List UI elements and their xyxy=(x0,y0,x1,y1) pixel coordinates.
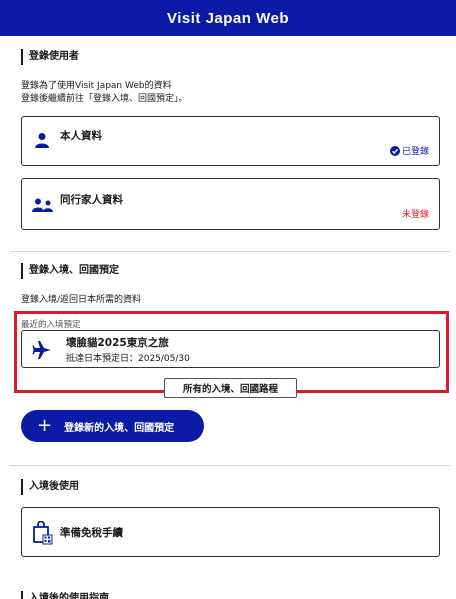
trip-arrival-date: 抵達日本預定日：2025/05/30 xyxy=(66,354,190,364)
check-circle-icon xyxy=(389,145,400,156)
app-title: Visit Japan Web xyxy=(167,9,289,27)
companion-info-card[interactable]: 同行家人資料 未登錄 xyxy=(21,178,440,230)
status-text: 已登錄 xyxy=(401,147,429,157)
shopping-bag-icon xyxy=(32,521,54,545)
status-badge-unregistered: 未登錄 xyxy=(401,210,429,220)
section-title-register-user: 登錄使用者 xyxy=(21,49,79,65)
all-trips-button[interactable]: 所有的入境、回國路程 xyxy=(164,378,297,398)
person-icon xyxy=(34,132,50,148)
recent-trip-card[interactable]: 壞臉貓2025東京之旅 抵達日本預定日：2025/05/30 xyxy=(21,330,440,368)
register-new-trip-label: 登錄新的入境、回國預定 xyxy=(64,422,175,434)
section-title-after-entry: 入境後使用 xyxy=(21,479,79,495)
recent-trip-label: 最近的入境預定 xyxy=(21,320,81,330)
section-title-entry: 登錄入境、回國預定 xyxy=(21,263,119,279)
app-header: Visit Japan Web xyxy=(0,0,456,36)
plus-icon: + xyxy=(37,415,53,436)
entry-desc: 登錄入境/返回日本所需的資料 xyxy=(21,295,142,305)
personal-info-label: 本人資料 xyxy=(60,130,102,142)
tax-free-card[interactable]: 準備免稅手續 xyxy=(21,507,440,557)
register-user-desc-2: 登錄後繼續前往「登錄入境、回國預定」。 xyxy=(21,94,188,104)
register-new-trip-button[interactable]: + 登錄新的入境、回國預定 xyxy=(21,410,204,442)
companion-info-label: 同行家人資料 xyxy=(60,194,123,206)
airplane-icon xyxy=(32,340,52,360)
tax-free-label: 準備免稅手續 xyxy=(60,527,123,539)
status-badge-registered: 已登錄 xyxy=(389,144,429,157)
personal-info-card[interactable]: 本人資料 已登錄 xyxy=(21,116,440,166)
trip-name: 壞臉貓2025東京之旅 xyxy=(66,337,169,349)
section-title-guide: 入境後的使用指南 xyxy=(21,591,109,599)
register-user-desc-1: 登錄為了使用Visit Japan Web的資料 xyxy=(21,81,172,91)
divider xyxy=(10,465,450,466)
people-icon xyxy=(32,198,54,212)
divider xyxy=(10,251,450,252)
